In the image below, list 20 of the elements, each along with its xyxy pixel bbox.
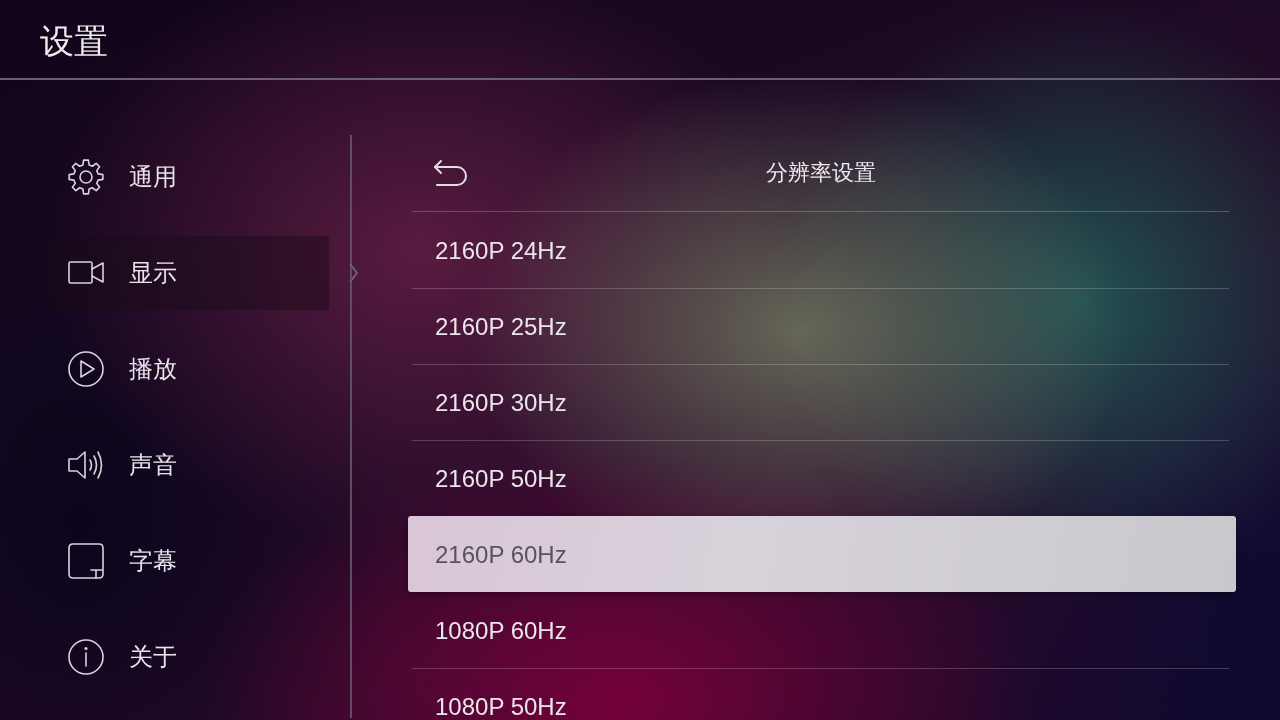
resolution-option[interactable]: 2160P 60Hz [408,516,1236,592]
subtitle-icon [68,543,104,579]
play-circle-icon [68,351,104,387]
sidebar-item[interactable]: 关于 [48,620,329,694]
resolution-option[interactable]: 1080P 50Hz [412,668,1229,720]
sidebar-item[interactable]: 字幕 [48,524,329,598]
back-arrow-icon [433,159,469,187]
resolution-option[interactable]: 2160P 25Hz [412,288,1229,364]
sidebar-item[interactable]: 播放 [48,332,329,406]
resolution-option[interactable]: 1080P 60Hz [412,592,1229,668]
resolution-option[interactable]: 2160P 30Hz [412,364,1229,440]
page-title: 设置 [40,21,108,62]
info-icon [68,639,104,675]
resolution-option[interactable]: 2160P 24Hz [412,212,1229,288]
sidebar-item[interactable]: 声音 [48,428,329,502]
sidebar-item[interactable]: 通用 [48,140,329,214]
back-button[interactable] [433,159,469,187]
panel-title: 分辨率设置 [765,159,876,187]
gear-icon [68,159,104,195]
selection-pointer-icon [349,264,358,282]
